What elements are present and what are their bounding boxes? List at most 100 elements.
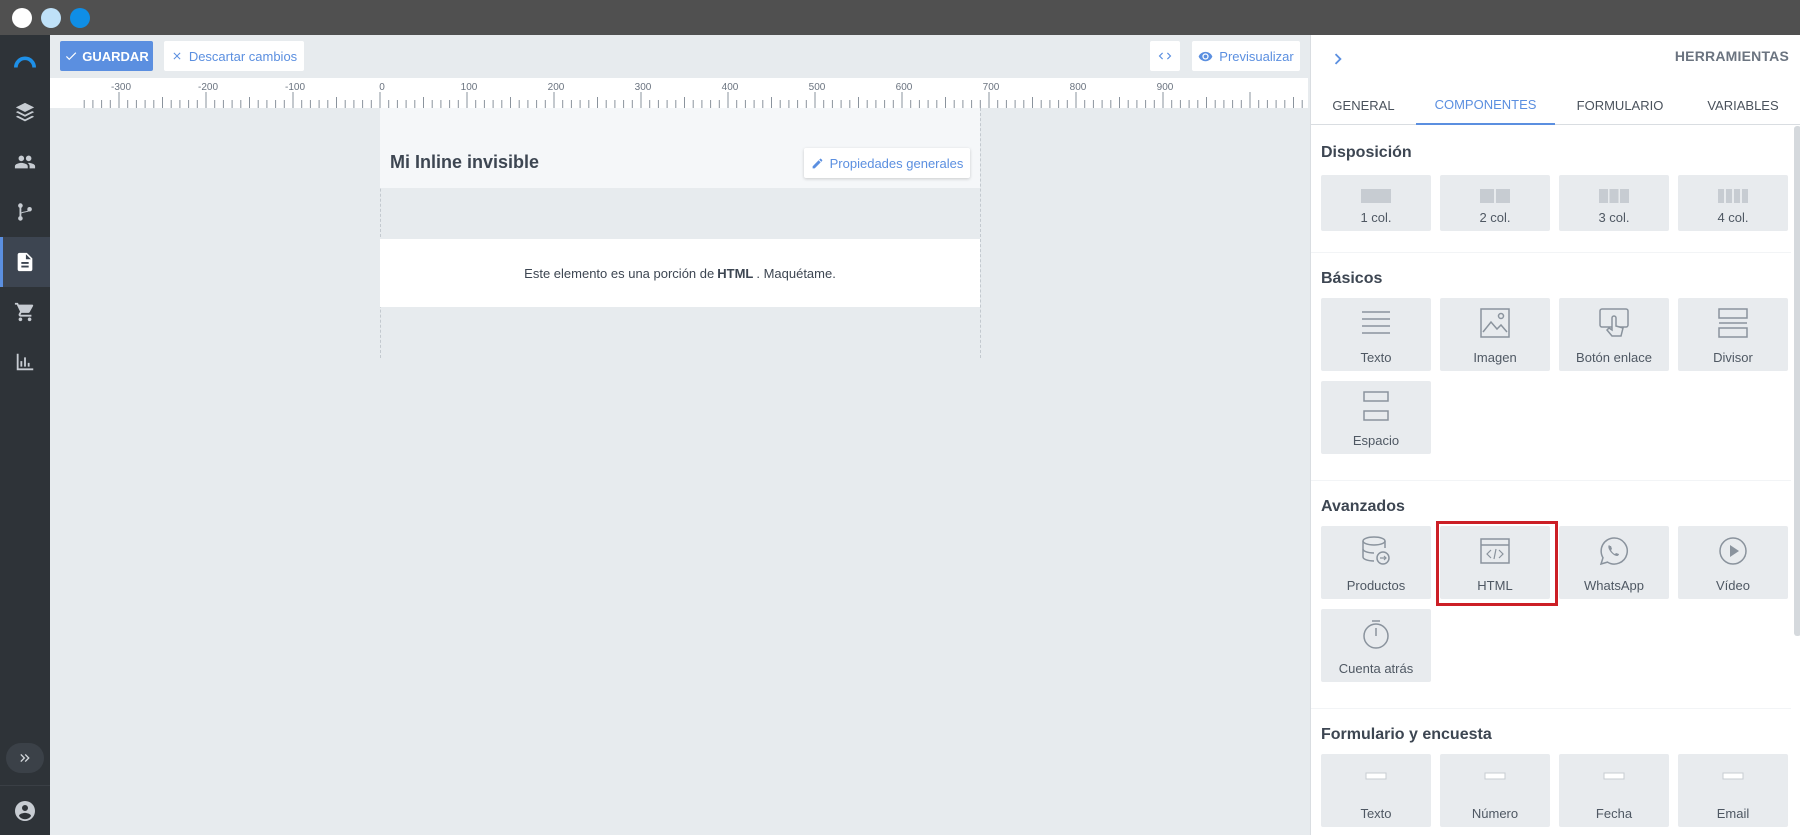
layers-icon[interactable] [0, 87, 50, 137]
logo-icon[interactable] [0, 37, 50, 87]
tool-label: 3 col. [1598, 210, 1630, 225]
expand-sidebar-button[interactable] [6, 743, 44, 773]
divider-icon [1718, 308, 1748, 338]
four-column-icon [1718, 181, 1748, 211]
text-field-icon [1361, 764, 1391, 794]
window-close-dot[interactable] [12, 8, 32, 28]
tool-label: Imagen [1473, 350, 1517, 365]
panel-scrollbar[interactable] [1794, 126, 1800, 636]
tool-texto[interactable]: Texto [1321, 298, 1431, 371]
tool-label: 4 col. [1717, 210, 1749, 225]
tool-productos[interactable]: Productos [1321, 526, 1431, 599]
tool-label: Texto [1360, 806, 1392, 821]
user-account[interactable] [0, 785, 50, 835]
tool-label: Espacio [1352, 433, 1400, 448]
tab-general[interactable]: GENERAL [1311, 85, 1416, 125]
page-header: Mi Inline invisible Propiedades generale… [380, 108, 980, 188]
ruler-label: 500 [809, 82, 826, 93]
preview-button-label: Previsualizar [1219, 48, 1294, 64]
document-icon[interactable] [0, 237, 50, 287]
ruler-label: 900 [1157, 82, 1174, 93]
collapse-panel-button[interactable] [1327, 48, 1349, 70]
chevron-right-icon [1334, 53, 1342, 65]
html-content-block[interactable]: Este elemento es una porción de HTML . M… [380, 239, 980, 307]
cart-icon[interactable] [0, 287, 50, 337]
chart-icon[interactable] [0, 337, 50, 387]
html-block-text-end: . Maquétame. [756, 265, 836, 281]
html-block-bold: HTML [717, 265, 754, 281]
tool-form-numero[interactable]: Número [1440, 754, 1550, 827]
code-icon [1158, 52, 1172, 60]
window-titlebar [0, 0, 1800, 35]
tool-2-col[interactable]: 2 col. [1440, 175, 1550, 231]
section-title: Disposición [1321, 144, 1412, 161]
products-database-icon [1361, 536, 1391, 566]
pointer-button-icon [1599, 308, 1629, 338]
one-column-icon [1361, 181, 1391, 211]
section-title: Básicos [1321, 270, 1383, 287]
three-column-icon [1599, 181, 1629, 211]
whatsapp-icon [1599, 536, 1629, 566]
discard-changes-button[interactable]: Descartar cambios [164, 41, 304, 71]
image-icon [1480, 308, 1510, 338]
tool-boton-enlace[interactable]: Botón enlace [1559, 298, 1669, 371]
tab-componentes[interactable]: COMPONENTES [1416, 85, 1555, 125]
tool-form-email[interactable]: Email [1678, 754, 1788, 827]
section-formulario-encuesta: Formulario y encuesta Texto Número Fecha… [1311, 709, 1791, 835]
preview-button[interactable]: Previsualizar [1192, 41, 1300, 71]
tool-label: Cuenta atrás [1338, 661, 1414, 676]
close-icon [173, 52, 181, 60]
general-properties-button[interactable]: Propiedades generales [804, 148, 970, 178]
pencil-icon [812, 158, 823, 168]
number-field-icon [1480, 764, 1510, 794]
stopwatch-icon [1361, 619, 1391, 649]
html-tool-highlight [1436, 521, 1558, 606]
tool-whatsapp[interactable]: WhatsApp [1559, 526, 1669, 599]
ruler-label: 0 [379, 82, 385, 93]
window-maximize-dot[interactable] [70, 8, 90, 28]
tool-form-fecha[interactable]: Fecha [1559, 754, 1669, 827]
ruler-label: 300 [635, 82, 652, 93]
save-button[interactable]: GUARDAR [60, 41, 153, 71]
tool-video[interactable]: Vídeo [1678, 526, 1788, 599]
window-minimize-dot[interactable] [41, 8, 61, 28]
email-field-icon [1718, 764, 1748, 794]
two-column-icon [1480, 181, 1510, 211]
tool-label: Botón enlace [1576, 350, 1652, 365]
tool-imagen[interactable]: Imagen [1440, 298, 1550, 371]
contacts-icon[interactable] [0, 137, 50, 187]
tab-formulario[interactable]: FORMULARIO [1555, 85, 1685, 125]
tool-label: Vídeo [1716, 578, 1750, 593]
tab-variables[interactable]: VARIABLES [1685, 85, 1800, 125]
components-list: Disposición 1 col. 2 col. 3 col. 4 col. … [1311, 126, 1791, 835]
flow-icon[interactable] [0, 187, 50, 237]
date-field-icon [1599, 764, 1629, 794]
tools-panel: HERRAMIENTAS GENERAL COMPONENTES FORMULA… [1310, 35, 1800, 835]
html-block-text: Este elemento es una porción de [524, 265, 715, 281]
tool-4-col[interactable]: 4 col. [1678, 175, 1788, 231]
code-view-button[interactable] [1150, 41, 1180, 71]
tool-1-col[interactable]: 1 col. [1321, 175, 1431, 231]
spacer-icon [1361, 391, 1391, 421]
text-lines-icon [1361, 308, 1391, 338]
page-title: Mi Inline invisible [390, 152, 540, 172]
tool-3-col[interactable]: 3 col. [1559, 175, 1669, 231]
main-sidebar [0, 35, 50, 835]
save-button-label: GUARDAR [82, 48, 149, 64]
tool-cuenta-atras[interactable]: Cuenta atrás [1321, 609, 1431, 682]
tool-label: 1 col. [1360, 210, 1392, 225]
section-title: Avanzados [1321, 498, 1405, 515]
tool-label: 2 col. [1479, 210, 1511, 225]
user-icon [15, 800, 35, 821]
play-circle-icon [1718, 536, 1748, 566]
tool-form-texto[interactable]: Texto [1321, 754, 1431, 827]
tool-espacio[interactable]: Espacio [1321, 381, 1431, 454]
section-title: Formulario y encuesta [1321, 726, 1492, 743]
tool-label: Divisor [1713, 350, 1753, 365]
horizontal-ruler: -300 -200 -100 0 100 200 300 400 500 600 700 800 900 [50, 78, 1308, 108]
tool-label: Número [1471, 806, 1519, 821]
tool-divisor[interactable]: Divisor [1678, 298, 1788, 371]
ruler-label: -100 [285, 82, 305, 93]
ruler-label: 700 [983, 82, 1000, 93]
section-basicos: Básicos Texto Imagen Botón enlace Diviso… [1311, 253, 1791, 480]
